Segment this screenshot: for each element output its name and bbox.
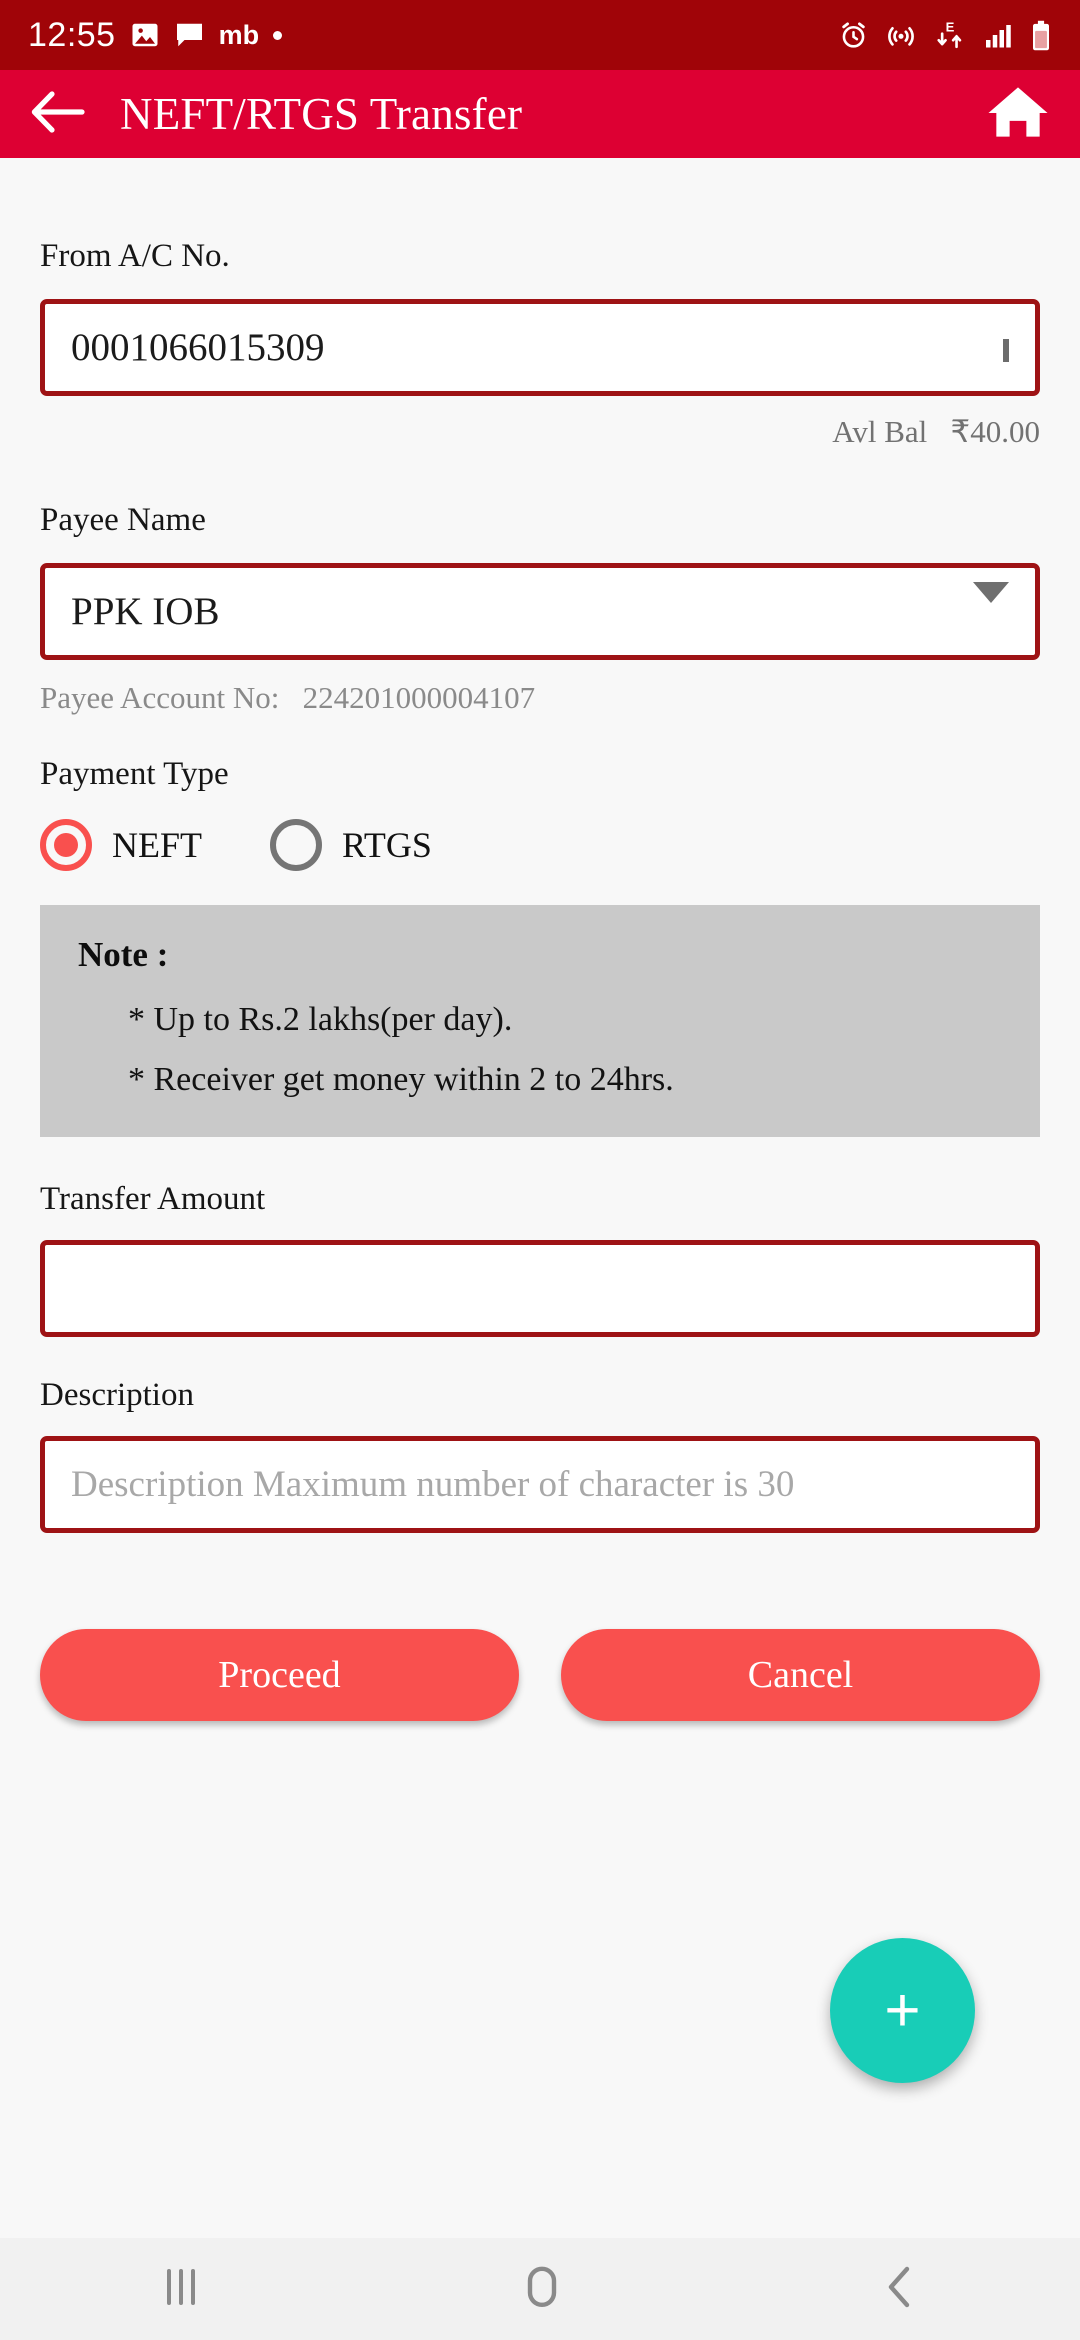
- available-balance-value: ₹40.00: [950, 414, 1040, 449]
- from-account-value: 0001066015309: [71, 326, 325, 369]
- status-time: 12:55: [28, 15, 116, 54]
- payee-name-select[interactable]: PPK IOB: [40, 563, 1040, 660]
- svg-text:E: E: [946, 20, 955, 35]
- message-icon: [174, 20, 205, 50]
- nearby-share-icon: [885, 19, 917, 51]
- payee-name-value: PPK IOB: [71, 590, 220, 633]
- payee-account-value: 224201000004107: [302, 680, 536, 715]
- transfer-amount-label: Transfer Amount: [40, 1181, 266, 1217]
- cancel-button[interactable]: Cancel: [561, 1629, 1040, 1721]
- image-icon: [130, 20, 160, 50]
- from-account-label: From A/C No.: [40, 238, 230, 274]
- payee-name-label: Payee Name: [40, 502, 206, 538]
- home-icon[interactable]: [986, 82, 1050, 147]
- description-input[interactable]: Description Maximum number of character …: [40, 1436, 1040, 1533]
- dot-indicator: [273, 30, 283, 40]
- note-line-1: * Up to Rs.2 lakhs(per day).: [128, 1001, 513, 1038]
- triangle-down-icon: [973, 581, 1009, 621]
- arrow-left-icon[interactable]: [30, 90, 86, 139]
- note-heading: Note :: [78, 935, 169, 974]
- edge-data-icon: E: [933, 19, 967, 51]
- home-circle-icon[interactable]: [518, 2264, 566, 2315]
- add-payee-fab[interactable]: +: [830, 1938, 975, 2083]
- radio-rtgs-label: RTGS: [342, 825, 432, 865]
- status-bar-right: E: [838, 19, 1052, 51]
- radio-neft-icon: [40, 819, 92, 871]
- system-nav-bar: [0, 2238, 1080, 2340]
- proceed-button[interactable]: Proceed: [40, 1629, 519, 1721]
- app-bar: NEFT/RTGS Transfer: [0, 70, 1080, 158]
- action-button-row: Proceed Cancel: [40, 1629, 1040, 1721]
- note-line-2: * Receiver get money within 2 to 24hrs.: [128, 1061, 674, 1098]
- recents-icon[interactable]: [157, 2265, 205, 2314]
- status-bar-left: 12:55 mb: [28, 15, 283, 55]
- available-balance: Avl Bal ₹40.00: [40, 414, 1040, 450]
- carrier-label: mb: [218, 19, 260, 50]
- form-content: From A/C No. 0001066015309 Avl Bal ₹40.0…: [0, 158, 1080, 2238]
- alarm-icon: [838, 20, 869, 51]
- from-account-select[interactable]: 0001066015309: [40, 299, 1040, 396]
- radio-neft-label: NEFT: [112, 825, 202, 865]
- payment-type-label: Payment Type: [40, 756, 229, 792]
- transfer-amount-input[interactable]: [40, 1240, 1040, 1337]
- radio-option-neft[interactable]: NEFT: [40, 819, 270, 871]
- app-screen: 12:55 mb E NEFT/RTGS Transfer From A/C N…: [0, 0, 1080, 2340]
- battery-icon: [1030, 20, 1052, 51]
- page-title: NEFT/RTGS Transfer: [120, 89, 523, 139]
- available-balance-label: Avl Bal: [832, 414, 928, 449]
- description-placeholder: Description Maximum number of character …: [71, 1464, 795, 1505]
- description-label: Description: [40, 1377, 194, 1413]
- back-chevron-icon[interactable]: [879, 2265, 923, 2314]
- radio-option-rtgs[interactable]: RTGS: [270, 819, 432, 871]
- note-box: Note : * Up to Rs.2 lakhs(per day). * Re…: [40, 905, 1040, 1137]
- status-bar: 12:55 mb E: [0, 0, 1080, 70]
- radio-rtgs-icon: [270, 819, 322, 871]
- chevron-down-icon: [1003, 338, 1009, 362]
- payee-account: Payee Account No: 224201000004107: [40, 680, 1040, 716]
- payment-type-group: NEFT RTGS: [40, 819, 1040, 871]
- signal-bars-icon: [983, 20, 1014, 50]
- payee-account-label: Payee Account No:: [40, 680, 280, 715]
